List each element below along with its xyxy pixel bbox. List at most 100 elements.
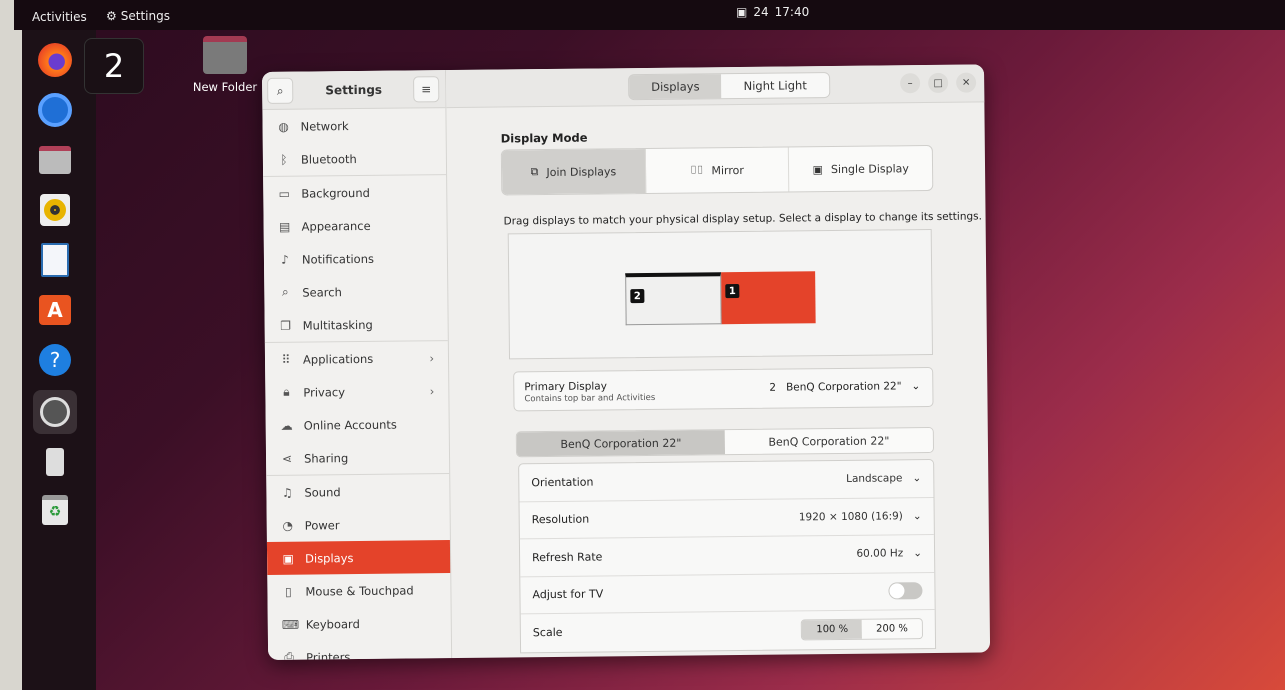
settings-window: ⌕ Settings ≡ ◍ Network ᛒ Bluetooth ▭ Backgr… — [262, 64, 991, 660]
files-icon[interactable] — [33, 138, 77, 182]
monitor-tabs: BenQ Corporation 22" BenQ Corporation 22… — [515, 426, 935, 458]
app-menu[interactable]: ⚙ Settings — [106, 9, 170, 23]
sidebar-item-displays[interactable]: ▣ Displays — [266, 540, 451, 575]
scale-selector: 100 % 200 % — [801, 618, 923, 641]
sidebar-item-privacy[interactable]: 🔒︎ Privacy › — [265, 374, 448, 409]
background-icon: ▭ — [278, 186, 291, 201]
orientation-value: Landscape — [845, 472, 903, 486]
minimize-button[interactable]: – — [900, 73, 921, 94]
sidebar-item-label: Power — [304, 517, 340, 533]
music-icon: ♫ — [281, 485, 293, 500]
sidebar-item-label: Sharing — [303, 450, 349, 466]
usb-drive-icon[interactable] — [33, 440, 77, 484]
sidebar-item-multitasking[interactable]: ❐ Multitasking — [264, 307, 447, 342]
join-displays-button[interactable]: ⧉ Join Displays — [501, 148, 646, 195]
sidebar-item-bluetooth[interactable]: ᛒ Bluetooth — [263, 141, 446, 176]
chevron-down-icon: ⌄ — [911, 380, 921, 393]
tab-monitor-1[interactable]: BenQ Corporation 22" — [516, 430, 726, 457]
tab-displays[interactable]: Displays — [629, 74, 722, 100]
help-icon[interactable]: ? — [33, 338, 77, 382]
orientation-row[interactable]: Orientation Landscape ⌄ — [519, 459, 934, 502]
adjust-tv-label: Adjust for TV — [532, 587, 604, 602]
single-display-label: Single Display — [830, 161, 909, 176]
close-button[interactable]: ✕ — [956, 72, 977, 93]
adjust-tv-toggle[interactable] — [888, 582, 923, 600]
cloud-icon: ☁ — [280, 418, 293, 433]
rhythmbox-icon[interactable] — [33, 188, 77, 232]
sidebar-item-search[interactable]: ⌕ Search — [264, 274, 447, 309]
sidebar-item-label: Online Accounts — [303, 417, 397, 433]
sidebar-item-printers[interactable]: ⎙ Printers — [268, 639, 451, 660]
search-icon: ⌕ — [281, 284, 289, 299]
thunderbird-icon[interactable] — [33, 88, 77, 132]
tab-monitor-2[interactable]: BenQ Corporation 22" — [724, 427, 934, 455]
sidebar-item-network[interactable]: ◍ Network — [262, 108, 445, 143]
appearance-icon: ▤ — [278, 219, 291, 234]
desktop-folder[interactable]: New Folder — [190, 36, 260, 94]
sidebar-item-label: Printers — [306, 649, 351, 660]
resolution-label: Resolution — [531, 512, 590, 527]
sidebar-item-online-accounts[interactable]: ☁ Online Accounts — [266, 407, 449, 442]
resolution-row[interactable]: Resolution 1920 × 1080 (16:9) ⌄ — [519, 497, 934, 540]
sidebar-item-label: Search — [302, 284, 342, 300]
sidebar-item-label: Mouse & Touchpad — [305, 582, 414, 599]
firefox-icon[interactable] — [33, 38, 77, 82]
activities-button[interactable]: Activities — [32, 10, 87, 24]
sidebar-item-label: Appearance — [301, 218, 371, 234]
sidebar-item-notifications[interactable]: ♪ Notifications — [264, 241, 447, 276]
network-icon: ◍ — [278, 119, 289, 134]
mirror-icon: ⌷⌷ — [690, 163, 704, 177]
monitor-number-badge: 1 — [725, 284, 740, 299]
scale-100-button[interactable]: 100 % — [802, 619, 863, 640]
monitor-1[interactable]: 1 — [721, 271, 816, 325]
sidebar-item-mouse-touchpad[interactable]: ▯ Mouse & Touchpad — [267, 573, 450, 608]
refresh-rate-row[interactable]: Refresh Rate 60.00 Hz ⌄ — [519, 534, 935, 577]
single-display-button[interactable]: ▣ Single Display — [789, 146, 932, 191]
sidebar-item-label: Network — [300, 118, 349, 134]
maximize-button[interactable]: □ — [928, 72, 949, 94]
calendar-icon: ▣ — [736, 5, 748, 19]
maximize-icon: □ — [933, 77, 943, 89]
folder-label: New Folder — [192, 80, 258, 94]
orientation-label: Orientation — [531, 475, 594, 489]
sidebar-item-appearance[interactable]: ▤ Appearance — [263, 208, 446, 243]
resolution-value: 1920 × 1080 (16:9) — [798, 510, 903, 524]
monitor-number-badge: 2 — [630, 289, 645, 304]
sidebar-item-sharing[interactable]: ⋖ Sharing — [266, 440, 449, 475]
sidebar-item-sound[interactable]: ♫ Sound — [266, 474, 449, 509]
settings-dock-icon[interactable] — [33, 390, 77, 434]
grid-icon: ⠿ — [281, 352, 291, 367]
clock-time: 17:40 — [774, 5, 810, 19]
chevron-down-icon: ⌄ — [913, 547, 923, 560]
chevron-down-icon: ⌄ — [912, 472, 922, 485]
display-mode-selector: ⧉ Join Displays ⌷⌷ Mirror ▣ Single Display — [500, 144, 934, 196]
scale-row: Scale 100 % 200 % — [521, 610, 935, 652]
primary-display-name: BenQ Corporation 22" — [785, 380, 902, 394]
adjust-tv-row: Adjust for TV — [520, 572, 935, 615]
trash-icon[interactable]: ♻ — [33, 488, 77, 532]
single-display-icon: ▣ — [812, 162, 824, 176]
sidebar-item-applications[interactable]: ⠿ Applications › — [265, 341, 448, 376]
monitor-2[interactable]: 2 — [625, 272, 722, 326]
primary-display-value: 2 BenQ Corporation 22" ⌄ — [769, 380, 920, 394]
sidebar-item-label: Privacy — [303, 384, 346, 400]
app-center-icon[interactable]: A — [33, 288, 77, 332]
gear-icon: ⚙ — [106, 9, 117, 23]
tab-night-light[interactable]: Night Light — [721, 73, 829, 99]
display-icon: ▣ — [282, 551, 294, 566]
sidebar-item-background[interactable]: ▭ Background — [263, 175, 446, 210]
printer-icon: ⎙ — [284, 649, 294, 660]
sidebar-item-keyboard[interactable]: ⌨ Keyboard — [268, 606, 451, 641]
display-arrangement: 2 1 — [507, 228, 934, 360]
menu-button[interactable]: ≡ — [413, 76, 440, 103]
primary-display-row[interactable]: Primary Display Contains top bar and Act… — [513, 366, 934, 412]
scale-200-button[interactable]: 200 % — [861, 619, 922, 639]
mirror-button[interactable]: ⌷⌷ Mirror — [645, 147, 790, 193]
writer-icon[interactable] — [33, 238, 77, 282]
sidebar-item-power[interactable]: ◔ Power — [267, 507, 450, 542]
clock[interactable]: ▣ 24 17:40 — [736, 5, 809, 19]
workspace-indicator[interactable]: 2 — [84, 38, 144, 94]
arrangement-hint: Drag displays to match your physical dis… — [503, 210, 983, 228]
sidebar-item-label: Keyboard — [305, 616, 360, 632]
dock: A ? ♻ — [22, 30, 96, 690]
